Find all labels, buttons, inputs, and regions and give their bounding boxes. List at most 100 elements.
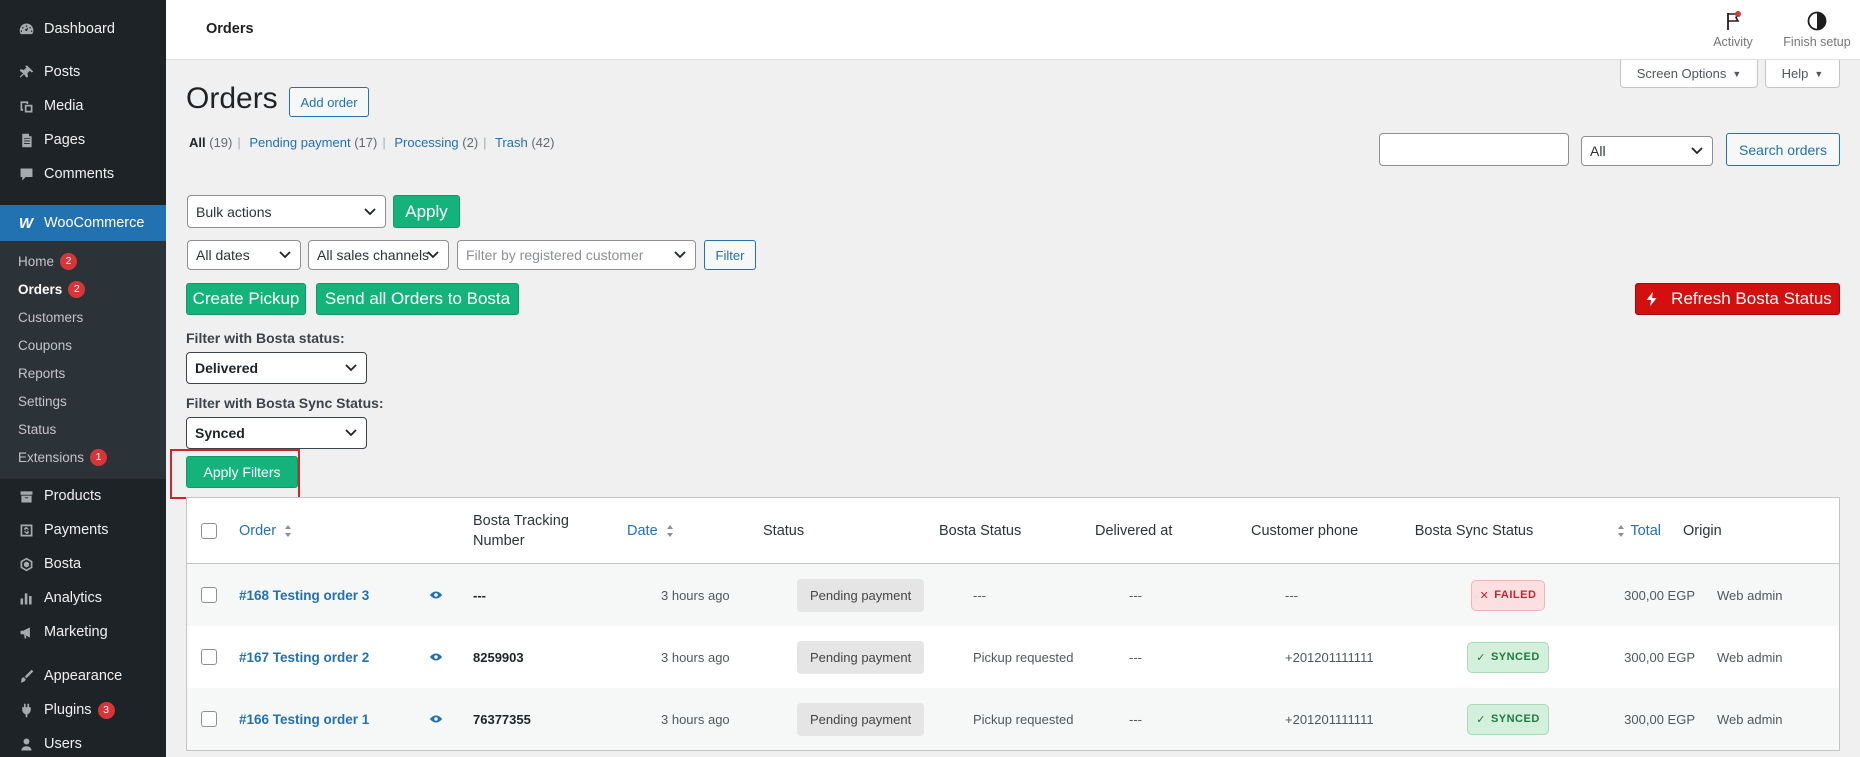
order-origin: Web admin (1717, 649, 1783, 665)
search-orders-button[interactable]: Search orders (1726, 133, 1840, 166)
customer-phone: +201201111111 (1285, 649, 1374, 665)
sidebar-item-label: Comments (44, 166, 115, 182)
date-filter-select[interactable]: All dates (187, 240, 301, 270)
table-row[interactable]: #167 Testing order 2 8259903 3 hours ago… (187, 626, 1839, 688)
send-all-orders-button[interactable]: Send all Orders to Bosta (316, 283, 519, 315)
sidebar-item-label: Marketing (44, 624, 108, 640)
refresh-bosta-status-button[interactable]: Refresh Bosta Status (1635, 283, 1840, 315)
row-checkbox[interactable] (201, 587, 217, 603)
eye-icon[interactable] (429, 714, 443, 724)
main-content: Orders Add order All (19) | Pending payme… (166, 60, 1860, 757)
bosta-status-select[interactable]: Delivered (186, 352, 367, 384)
sidebar-item-appearance[interactable]: Appearance (0, 659, 166, 693)
sales-channel-select[interactable]: All sales channels (308, 240, 449, 270)
create-pickup-button[interactable]: Create Pickup (186, 283, 306, 315)
delivered-at: --- (1129, 649, 1142, 665)
sidebar-item-dashboard[interactable]: Dashboard (0, 11, 166, 47)
sidebar-item-analytics[interactable]: Analytics (0, 581, 166, 615)
sidebar-item-label: Products (44, 488, 102, 504)
select-all-checkbox[interactable] (201, 522, 217, 539)
sort-icon (1617, 524, 1624, 537)
submenu-item-extensions[interactable]: Extensions 1 (0, 443, 166, 471)
add-order-button[interactable]: Add order (289, 87, 369, 117)
chevron-down-icon (345, 429, 357, 437)
order-link[interactable]: #167 Testing order 2 (239, 650, 369, 665)
tracking-number: 8259903 (473, 649, 524, 665)
sidebar-item-comments[interactable]: Comments (0, 157, 166, 191)
admin-sidebar: Dashboard Posts Media Pages Comments W W… (0, 0, 166, 757)
order-origin: Web admin (1717, 711, 1783, 727)
column-date[interactable]: Date (619, 523, 755, 539)
sidebar-item-products[interactable]: Products (0, 479, 166, 513)
submenu-item-home[interactable]: Home 2 (0, 247, 166, 275)
sidebar-item-media[interactable]: Media (0, 89, 166, 123)
view-all-link[interactable]: All (189, 135, 206, 150)
delivered-at: --- (1129, 587, 1142, 603)
column-total[interactable]: Total (1549, 523, 1669, 539)
check-icon: ✓ (1476, 651, 1486, 664)
chevron-down-icon (674, 251, 686, 259)
column-origin: Origin (1683, 522, 1722, 539)
order-date: 3 hours ago (661, 711, 730, 727)
order-total: 300,00 EGP (1624, 649, 1695, 665)
table-header: Order Bosta Tracking Number Date Status … (187, 498, 1839, 564)
sidebar-item-pages[interactable]: Pages (0, 123, 166, 157)
search-input[interactable] (1379, 133, 1569, 166)
submenu-item-customers[interactable]: Customers (0, 303, 166, 331)
order-date: 3 hours ago (661, 587, 730, 603)
activity-button[interactable]: Activity (1702, 10, 1764, 49)
bulk-actions-select[interactable]: Bulk actions (187, 195, 386, 228)
notification-badge: 1 (90, 448, 108, 466)
sidebar-item-label: Dashboard (44, 21, 115, 37)
view-trash-link[interactable]: Trash (495, 135, 528, 150)
submenu-item-orders[interactable]: Orders 2 (0, 275, 166, 303)
sidebar-item-plugins[interactable]: Plugins 3 (0, 693, 166, 727)
bosta-sync-select[interactable]: Synced (186, 417, 367, 449)
eye-icon[interactable] (429, 590, 443, 600)
sidebar-item-users[interactable]: Users (0, 727, 166, 757)
table-row[interactable]: #168 Testing order 3 --- 3 hours ago Pen… (187, 564, 1839, 626)
sidebar-item-label: Appearance (44, 668, 123, 684)
finish-setup-button[interactable]: Finish setup (1774, 10, 1860, 49)
column-order[interactable]: Order (231, 523, 421, 539)
table-row[interactable]: #166 Testing order 1 76377355 3 hours ag… (187, 688, 1839, 750)
archive-icon (16, 486, 36, 506)
order-total: 300,00 EGP (1624, 711, 1695, 727)
bosta-status: Pickup requested (973, 649, 1074, 665)
dashboard-icon (16, 19, 36, 39)
plugin-icon (16, 700, 36, 720)
finish-setup-label: Finish setup (1783, 35, 1851, 49)
eye-icon[interactable] (429, 652, 443, 662)
sync-status-badge: ✕ FAILED (1470, 579, 1546, 611)
tracking-number: --- (473, 587, 486, 603)
order-status-pill: Pending payment (797, 702, 925, 736)
sidebar-item-posts[interactable]: Posts (0, 55, 166, 89)
sync-status-badge: ✓ SYNCED (1467, 641, 1549, 673)
submenu-item-reports[interactable]: Reports (0, 359, 166, 387)
customer-filter-select[interactable]: Filter by registered customer (457, 240, 696, 270)
column-sync-status: Bosta Sync Status (1414, 522, 1534, 539)
sidebar-item-label: Media (44, 98, 84, 114)
submenu-item-coupons[interactable]: Coupons (0, 331, 166, 359)
sidebar-item-marketing[interactable]: Marketing (0, 615, 166, 649)
activity-label: Activity (1713, 35, 1753, 49)
submenu-item-settings[interactable]: Settings (0, 387, 166, 415)
view-pending-link[interactable]: Pending payment (249, 135, 350, 150)
search-type-select[interactable]: All (1581, 136, 1713, 166)
view-processing-link[interactable]: Processing (394, 135, 458, 150)
row-checkbox[interactable] (201, 711, 217, 727)
sidebar-item-payments[interactable]: Payments (0, 513, 166, 547)
row-checkbox[interactable] (201, 649, 217, 665)
apply-bulk-button[interactable]: Apply (393, 195, 460, 228)
submenu-item-status[interactable]: Status (0, 415, 166, 443)
filter-button[interactable]: Filter (704, 240, 756, 270)
column-delivered-at: Delivered at (1095, 522, 1173, 539)
sidebar-item-woocommerce[interactable]: W WooCommerce (0, 205, 166, 241)
paintbrush-icon (16, 666, 36, 686)
order-link[interactable]: #168 Testing order 3 (239, 588, 369, 603)
tracking-number: 76377355 (473, 711, 531, 727)
sidebar-item-bosta[interactable]: Bosta (0, 547, 166, 581)
page-header: Orders Activity Finish setup (166, 0, 1860, 60)
apply-filters-button[interactable]: Apply Filters (186, 456, 298, 488)
order-link[interactable]: #166 Testing order 1 (239, 712, 369, 727)
